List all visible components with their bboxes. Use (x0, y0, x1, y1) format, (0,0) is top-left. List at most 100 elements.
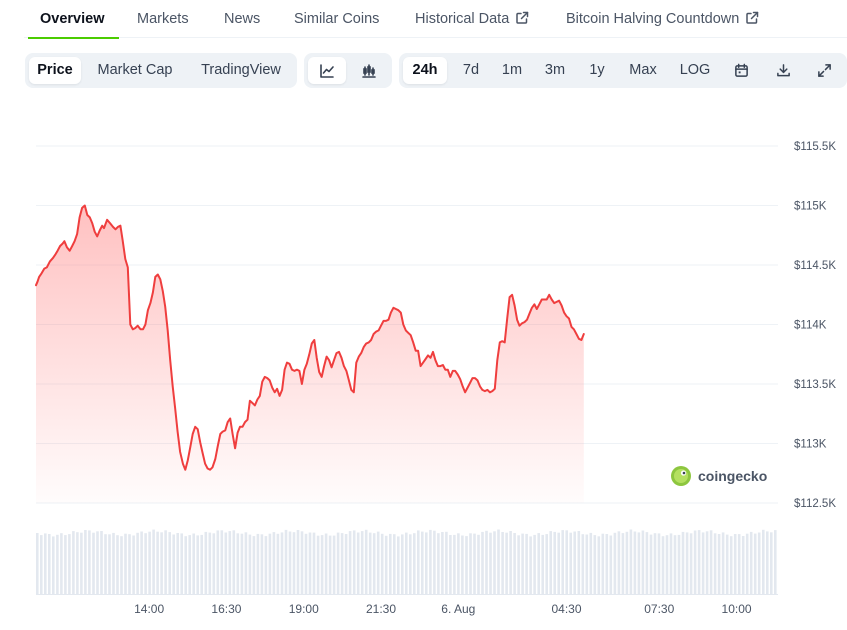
volume-bar (393, 534, 396, 594)
volume-bar (409, 534, 412, 594)
volume-bar (248, 534, 252, 594)
volume-bar (545, 534, 548, 594)
volume-bar (148, 531, 151, 594)
volume-bar (421, 531, 424, 594)
x-tick-label: 07:30 (644, 602, 674, 616)
volume-bar (204, 531, 208, 594)
volume-bar (493, 531, 496, 594)
volume-bar (565, 530, 568, 594)
volume-bar (284, 529, 288, 594)
volume-bar (597, 536, 601, 594)
volume-bar (649, 534, 653, 594)
volume-bar (669, 533, 673, 594)
volume-bar (465, 536, 468, 594)
x-tick-label: 14:00 (134, 602, 164, 616)
volume-bar (677, 534, 681, 594)
volume-bar (766, 531, 769, 594)
volume-bar (405, 532, 408, 594)
volume-bar (220, 530, 224, 594)
volume-bar (328, 535, 332, 594)
volume-bar (481, 531, 484, 594)
volume-bar (144, 533, 147, 594)
volume-bar (60, 533, 63, 594)
volume-bar (441, 532, 444, 594)
volume-bar (64, 535, 67, 594)
volume-bar (176, 533, 179, 594)
volume-bar (553, 531, 556, 594)
volume-bar (497, 529, 500, 594)
volume-bar (625, 531, 629, 594)
volume-bar (344, 534, 348, 594)
volume-bar (537, 533, 540, 594)
volume-bar (212, 533, 216, 594)
volume-bar (184, 536, 187, 594)
volume-bar (96, 531, 99, 594)
volume-bar (517, 535, 520, 594)
volume-bar (449, 535, 452, 594)
volume-bar (168, 532, 171, 594)
x-tick-label: 21:30 (366, 602, 396, 616)
volume-bar (425, 532, 428, 594)
volume-bar (364, 529, 368, 594)
volume-bar (196, 535, 199, 594)
x-tick-label: 10:00 (722, 602, 752, 616)
volume-bar (200, 534, 203, 594)
volume-bar (296, 530, 300, 594)
price-chart[interactable]: $112.5K $113K $113.5K $114K $114.5K $115K $115… (0, 0, 847, 630)
volume-bar (569, 532, 572, 594)
y-tick-label: $112.5K (794, 498, 836, 510)
volume-bar (453, 534, 456, 594)
volume-bar (92, 532, 95, 594)
volume-bar (288, 531, 292, 594)
volume-bar (312, 532, 316, 594)
volume-bar (661, 536, 665, 594)
volume-bar (689, 533, 693, 594)
volume-bar (320, 535, 324, 594)
volume-bar (417, 530, 420, 594)
volume-bar (697, 530, 701, 594)
volume-bar (713, 533, 717, 594)
volume-bar (272, 532, 276, 594)
volume-bar (264, 536, 268, 594)
volume-bar (308, 532, 312, 594)
volume-bar (577, 531, 581, 594)
volume-bar (737, 534, 741, 594)
volume-bar (521, 533, 524, 594)
volume-bar (316, 535, 320, 594)
volume-bar (529, 536, 532, 594)
volume-bar (80, 532, 83, 594)
volume-bar (621, 533, 625, 594)
volume-bar (340, 533, 344, 594)
volume-bar (485, 530, 488, 594)
volume-bar (501, 532, 504, 594)
volume-bar (348, 531, 352, 594)
volume-bar (561, 530, 564, 594)
y-tick-label: $115.5K (794, 141, 836, 153)
volume-bar (541, 534, 544, 594)
y-tick-label: $115K (794, 201, 827, 213)
volume-bar (653, 533, 657, 594)
volume-bar (324, 533, 328, 594)
volume-bar (489, 532, 492, 594)
volume-bar (224, 532, 228, 594)
volume-bar (437, 533, 440, 594)
volume-bar (52, 536, 55, 594)
volume-bar (72, 531, 75, 594)
y-axis-labels: $112.5K $113K $113.5K $114K $114.5K $115K $115… (794, 141, 836, 510)
volume-bar (609, 535, 613, 594)
volume-bar (216, 530, 220, 594)
volume-bar (525, 533, 528, 594)
volume-bar (693, 530, 697, 594)
volume-bar (741, 536, 745, 594)
volume-bar (76, 532, 79, 594)
volume-bar (380, 533, 384, 594)
volume-bar (124, 533, 127, 594)
volume-bar (645, 532, 649, 594)
volume-bar (164, 530, 167, 594)
volume-bar (473, 533, 476, 594)
x-axis-labels: 14:00 16:30 19:00 21:30 6. Aug 04:30 07:30 10:0… (134, 602, 752, 616)
volume-bar (749, 531, 753, 594)
volume-bar (461, 535, 464, 594)
volume-bar (160, 532, 163, 594)
volume-bar (140, 531, 143, 594)
